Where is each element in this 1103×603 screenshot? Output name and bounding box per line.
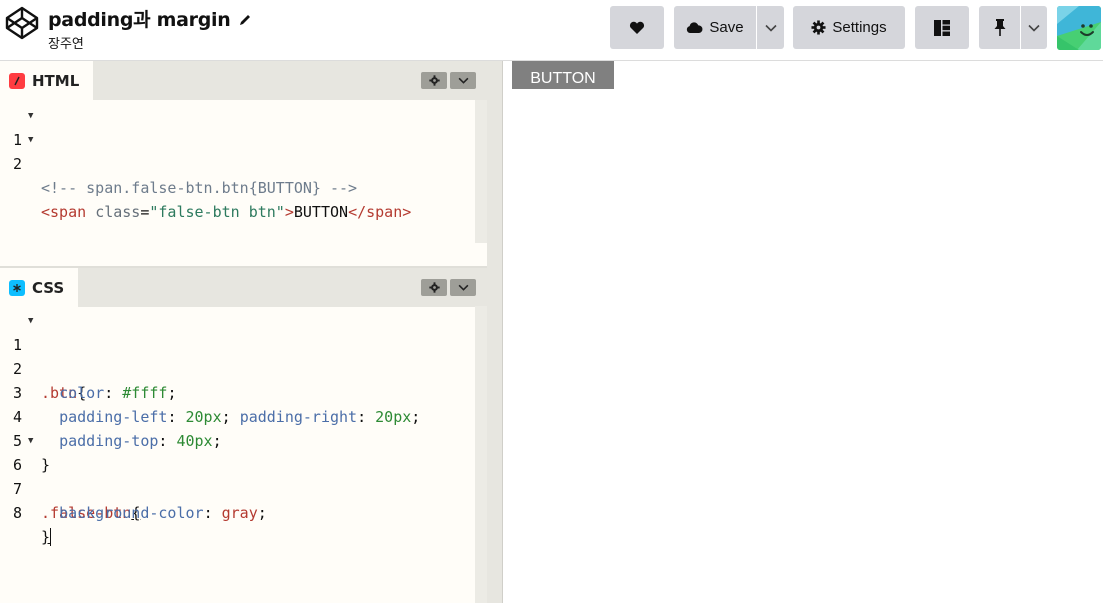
preview-button[interactable]: BUTTON [512, 61, 614, 89]
code-punc: ; [257, 504, 267, 522]
codepen-logo-icon[interactable] [4, 5, 40, 41]
text-cursor [50, 528, 51, 546]
editors-column: HTML 1 ▼ <!-- span.false-btn.btn{BUTTON}… [0, 61, 487, 603]
chevron-down-icon [764, 24, 777, 32]
result-preview: BUTTON [504, 61, 1103, 603]
code-property: background-color [59, 504, 204, 522]
avatar-image [1057, 6, 1101, 50]
settings-label: Settings [832, 19, 887, 36]
code-line: 7 background-color: gray; [0, 453, 475, 522]
gear-icon [428, 282, 440, 293]
heart-button[interactable] [610, 6, 664, 49]
pin-icon [994, 19, 1005, 36]
code-line: 2 color: #ffff; [0, 333, 475, 402]
fold-arrow-icon[interactable]: ▼ [28, 309, 33, 333]
html-icon [9, 72, 25, 89]
html-pane-header: HTML [0, 61, 487, 100]
pin-dropdown-button[interactable] [1021, 6, 1047, 49]
line-number: 8 [12, 504, 22, 522]
code-punc: } [41, 528, 51, 546]
css-pane-header: CSS [0, 268, 487, 307]
pen-title[interactable]: padding과 margin [48, 5, 231, 32]
html-options-dropdown[interactable] [450, 72, 476, 89]
pin-button[interactable] [979, 6, 1020, 49]
code-line: 4 padding-top: 40px; [0, 381, 475, 450]
chevron-down-icon [458, 284, 468, 291]
html-settings-button[interactable] [421, 72, 447, 89]
code-comment: <!-- span.false-btn.btn{BUTTON} --> [41, 179, 358, 197]
css-settings-button[interactable] [421, 279, 447, 296]
line-number: 2 [12, 155, 22, 173]
code-line: 2 ▼ <span class="false-btn btn">BUTTON</… [0, 128, 475, 221]
fold-arrow-icon[interactable]: ▼ [28, 128, 33, 152]
html-editor[interactable]: 1 ▼ <!-- span.false-btn.btn{BUTTON} --> … [0, 104, 475, 221]
code-value: gray [221, 504, 258, 522]
code-string: "false-btn btn" [149, 203, 285, 221]
html-tab[interactable]: HTML [0, 61, 94, 100]
code-tag: > [284, 203, 294, 221]
html-scrollbar[interactable] [475, 100, 487, 243]
css-tab[interactable]: CSS [0, 268, 79, 307]
code-line: 8 } [0, 477, 475, 546]
save-label: Save [709, 19, 744, 36]
fold-arrow-icon[interactable]: ▼ [28, 104, 33, 128]
code-text: BUTTON [293, 203, 349, 221]
code-tag: </span [348, 203, 403, 221]
code-line: 6 ▼ .false-btn{ [0, 429, 475, 522]
author-name[interactable]: 장주연 [48, 33, 252, 52]
settings-button[interactable]: Settings [793, 6, 905, 49]
gear-icon [428, 75, 440, 86]
user-avatar[interactable] [1057, 6, 1101, 50]
pencil-icon[interactable] [238, 13, 252, 27]
change-view-button[interactable] [915, 6, 969, 49]
code-tag: > [402, 203, 412, 221]
code-tag: <span [41, 203, 87, 221]
css-editor[interactable]: 1 ▼ .btn{ 2 color: #ffff; 3 padding-left… [0, 309, 475, 546]
code-line: 1 ▼ .btn{ [0, 309, 475, 402]
css-scrollbar[interactable] [475, 306, 487, 603]
heart-icon [629, 21, 645, 34]
code-line: 1 ▼ <!-- span.false-btn.btn{BUTTON} --> [0, 104, 475, 197]
cloud-icon [687, 21, 703, 33]
code-punc: : [203, 504, 213, 522]
html-tab-label: HTML [32, 71, 80, 90]
css-options-dropdown[interactable] [450, 279, 476, 296]
fold-arrow-icon[interactable]: ▼ [28, 429, 33, 453]
editor-resizer[interactable] [487, 61, 503, 603]
css-tab-label: CSS [32, 278, 65, 297]
save-button[interactable]: Save [674, 6, 756, 49]
chevron-down-icon [1028, 24, 1040, 32]
css-icon [9, 279, 25, 296]
save-dropdown-button[interactable] [757, 6, 784, 49]
code-attr: class [95, 203, 141, 221]
layout-icon [934, 19, 950, 36]
chevron-down-icon [458, 77, 468, 84]
code-line: 3 padding-left: 20px; padding-right: 20p… [0, 357, 475, 426]
gear-icon [811, 20, 826, 35]
top-bar: padding과 margin 장주연 Save Settings [0, 0, 1103, 61]
code-line: 5 } [0, 405, 475, 474]
